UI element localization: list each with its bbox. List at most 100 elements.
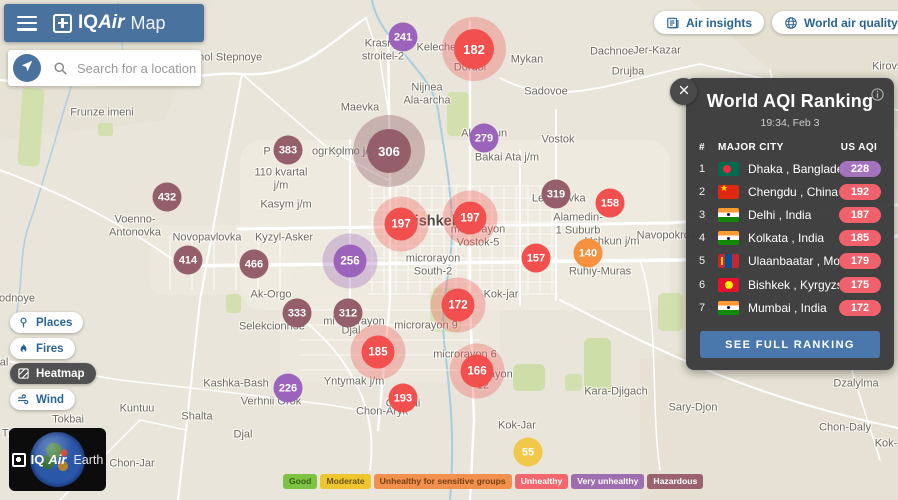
aqi-badge: 172 — [839, 299, 881, 316]
search-icon — [53, 61, 68, 76]
panel-title: World AQI Ranking — [706, 91, 874, 111]
info-button[interactable] — [870, 87, 885, 102]
rank-number: 3 — [699, 208, 706, 221]
search-bar — [8, 50, 201, 86]
aqi-station-marker[interactable]: 55 — [513, 437, 543, 467]
layer-label: Fires — [36, 342, 64, 355]
aqi-station-marker[interactable]: 172 — [441, 288, 475, 322]
hamburger-menu-icon[interactable] — [17, 15, 37, 31]
aqi-station-marker[interactable]: 256 — [333, 244, 367, 278]
layer-toggle-fires[interactable]: Fires — [10, 338, 75, 359]
flame-icon — [17, 342, 30, 355]
wind-icon — [17, 393, 30, 406]
ranking-row[interactable]: 4 Kolkata , India 185 — [686, 227, 894, 250]
country-flag-icon — [718, 300, 739, 315]
legend-unhealthy: Unhealthy — [514, 474, 569, 489]
aqi-legend: Good Moderate Unhealthy for sensitive grou… — [283, 474, 704, 489]
legend-unhealthy-for-sensitive-groups: Unhealthy for sensitive groups — [373, 474, 512, 489]
ranking-row[interactable]: 5 Ulaanbaatar , Mo...179 — [686, 250, 894, 273]
panel-timestamp: 19:34, Feb 3 — [760, 117, 820, 129]
rank-number: 4 — [699, 232, 706, 245]
city-name: Delhi , India — [748, 207, 812, 222]
city-name: Kolkata , India — [748, 231, 825, 246]
col-rank: # — [699, 142, 705, 153]
legend-good: Good — [283, 474, 318, 489]
rank-number: 2 — [699, 185, 706, 198]
ranking-row[interactable]: 6 Bishkek , Kyrgyzstan175 — [686, 273, 894, 296]
earth-logo-iq: IQ — [30, 452, 45, 467]
city-name: Mumbai , India — [748, 300, 827, 315]
aqi-badge: 175 — [839, 276, 881, 293]
country-flag-icon — [718, 161, 739, 176]
newspaper-icon — [666, 16, 680, 30]
earth-logo: IQ Air Earth — [9, 428, 106, 491]
layer-toggle-heatmap[interactable]: Heatmap — [10, 363, 96, 384]
logo-air-text: Air — [98, 12, 125, 33]
aqi-station-marker[interactable]: 185 — [361, 335, 395, 369]
layer-label: Places — [36, 316, 73, 329]
aqi-station-marker[interactable]: 193 — [388, 383, 418, 413]
search-input[interactable] — [75, 59, 201, 77]
country-flag-icon — [718, 277, 739, 292]
aqi-station-marker[interactable]: 241 — [388, 22, 418, 52]
city-name: Chengdu , China — [748, 184, 839, 199]
earth-logo-air: Air — [48, 452, 67, 467]
see-full-ranking-button[interactable]: SEE FULL RANKING — [700, 331, 880, 359]
locate-me-button[interactable] — [13, 54, 41, 82]
legend-hazardous: Hazardous — [647, 474, 704, 489]
layer-label: Heatmap — [36, 367, 85, 380]
aqi-station-marker[interactable]: 319 — [541, 179, 571, 209]
country-flag-icon — [718, 184, 739, 199]
logo-iq-text: IQ — [78, 12, 99, 33]
layer-toggle-places[interactable]: Places — [10, 312, 84, 333]
earth-logo-label: Earth — [73, 452, 104, 467]
aqi-station-marker[interactable]: 333 — [282, 298, 312, 328]
heatmap-icon — [17, 367, 30, 380]
ranking-table-header: # MAJOR CITY US AQI — [686, 142, 894, 153]
close-panel-button[interactable] — [670, 78, 697, 105]
aqi-station-marker[interactable]: 157 — [521, 243, 551, 273]
world-aqi-ranking-panel: World AQI Ranking 19:34, Feb 3 # MAJOR C… — [670, 78, 894, 370]
aqi-station-marker[interactable]: 158 — [595, 188, 625, 218]
aqi-station-marker[interactable]: 140 — [573, 238, 603, 268]
button-label: Air insights — [686, 15, 753, 30]
country-flag-icon — [718, 207, 739, 222]
aqi-station-marker[interactable]: 414 — [173, 245, 203, 275]
ranking-row[interactable]: 2 Chengdu , China192 — [686, 180, 894, 203]
aqi-station-marker[interactable]: 182 — [454, 29, 494, 69]
navigation-arrow-icon — [20, 59, 34, 78]
aqi-badge: 179 — [839, 253, 881, 270]
aqi-station-marker[interactable]: 197 — [384, 207, 418, 241]
top-action-buttons: Air insightsWorld air qualityShare — [654, 11, 898, 34]
close-icon — [678, 83, 690, 101]
aqi-station-marker[interactable]: 306 — [367, 129, 411, 173]
aqi-station-marker[interactable]: 226 — [273, 373, 303, 403]
air-insights-button[interactable]: Air insights — [654, 11, 765, 34]
iqair-plus-logo-icon — [53, 13, 72, 33]
aqi-badge: 228 — [839, 160, 881, 177]
iqair-earth-widget[interactable]: IQ Air Earth — [9, 428, 106, 491]
logo-map-text: Map — [130, 12, 166, 33]
aqi-station-marker[interactable]: 166 — [460, 354, 494, 388]
aqi-station-marker[interactable]: 383 — [273, 135, 303, 165]
aqi-station-marker[interactable]: 279 — [469, 123, 499, 153]
city-name: Bishkek , Kyrgyzstan — [748, 277, 839, 292]
button-label: World air quality — [804, 15, 898, 30]
layer-toggle-wind[interactable]: Wind — [10, 389, 75, 410]
aqi-station-marker[interactable]: 432 — [152, 182, 182, 212]
ranking-row[interactable]: 7 Mumbai , India 172 — [686, 296, 894, 319]
ranking-rows: 1 Dhaka , Bangladesh228 2 Chengdu , China19… — [686, 157, 894, 319]
country-flag-icon — [718, 254, 739, 269]
iqair-map-logo: IQ Air Map — [53, 12, 165, 34]
layer-label: Wind — [36, 393, 64, 406]
rank-number: 6 — [699, 278, 706, 291]
ranking-row[interactable]: 3 Delhi , India 187 — [686, 203, 894, 226]
aqi-station-marker[interactable]: 466 — [239, 249, 269, 279]
app-header: IQ Air Map — [4, 4, 204, 42]
globe-icon — [784, 16, 798, 30]
world-air-quality-button[interactable]: World air quality — [772, 11, 898, 34]
ranking-row[interactable]: 1 Dhaka , Bangladesh228 — [686, 157, 894, 180]
aqi-badge: 187 — [839, 206, 881, 223]
aqi-station-marker[interactable]: 312 — [333, 298, 363, 328]
aqi-station-marker[interactable]: 197 — [453, 201, 487, 235]
